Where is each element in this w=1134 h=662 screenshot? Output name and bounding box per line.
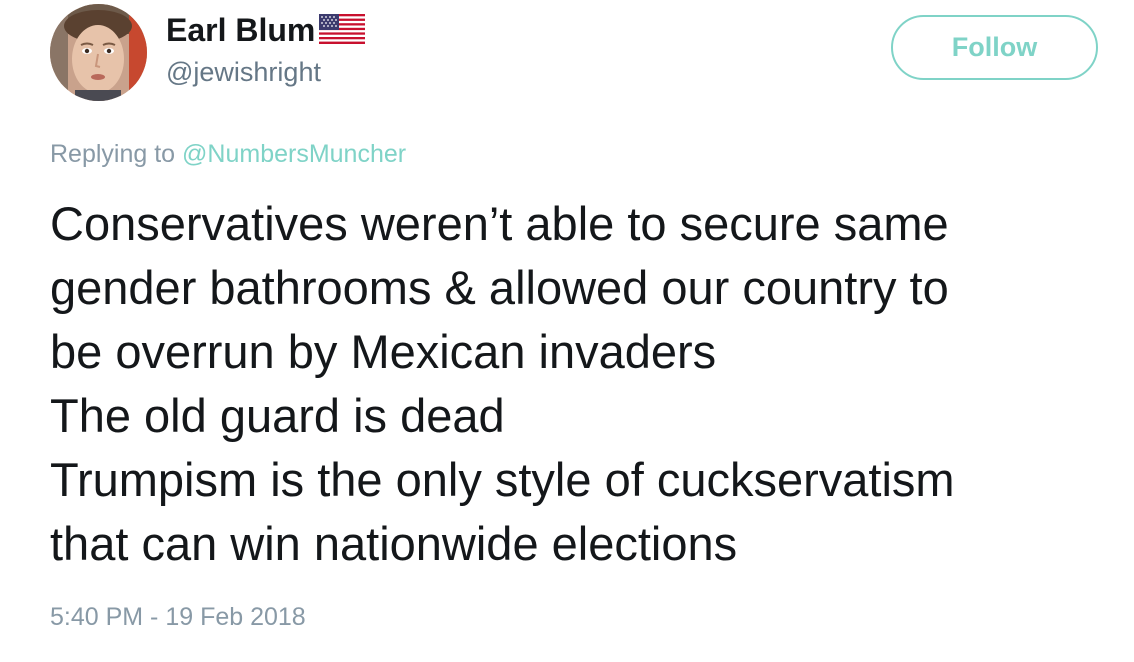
- reply-mention-link[interactable]: @NumbersMuncher: [182, 140, 406, 168]
- display-name[interactable]: Earl Blum: [166, 10, 315, 50]
- us-flag-icon: [319, 13, 366, 44]
- replying-to: Replying to @NumbersMuncher: [50, 137, 406, 171]
- avatar-image: [50, 4, 147, 101]
- tweet-timestamp[interactable]: 5:40 PM - 19 Feb 2018: [50, 600, 306, 634]
- tweet-text-line: Trumpism is the only style of cuckservat…: [50, 453, 955, 506]
- tweet-text-line: Conservatives weren’t able to secure sam…: [50, 197, 949, 250]
- follow-button[interactable]: Follow: [891, 15, 1098, 80]
- display-name-row[interactable]: Earl Blum: [166, 10, 366, 50]
- tweet-text-line: that can win nationwide elections: [50, 517, 738, 570]
- user-avatar[interactable]: [50, 4, 147, 101]
- tweet-text: Conservatives weren’t able to secure sam…: [50, 192, 1130, 576]
- tweet-text-line: The old guard is dead: [50, 389, 505, 442]
- tweet-card: Earl Blum @jewishright Follow Replying t…: [0, 0, 1134, 662]
- tweet-text-line: gender bathrooms & allowed our country t…: [50, 261, 949, 314]
- tweet-text-line: be overrun by Mexican invaders: [50, 325, 717, 378]
- replying-to-label: Replying to: [50, 140, 176, 168]
- user-handle[interactable]: @jewishright: [166, 55, 321, 89]
